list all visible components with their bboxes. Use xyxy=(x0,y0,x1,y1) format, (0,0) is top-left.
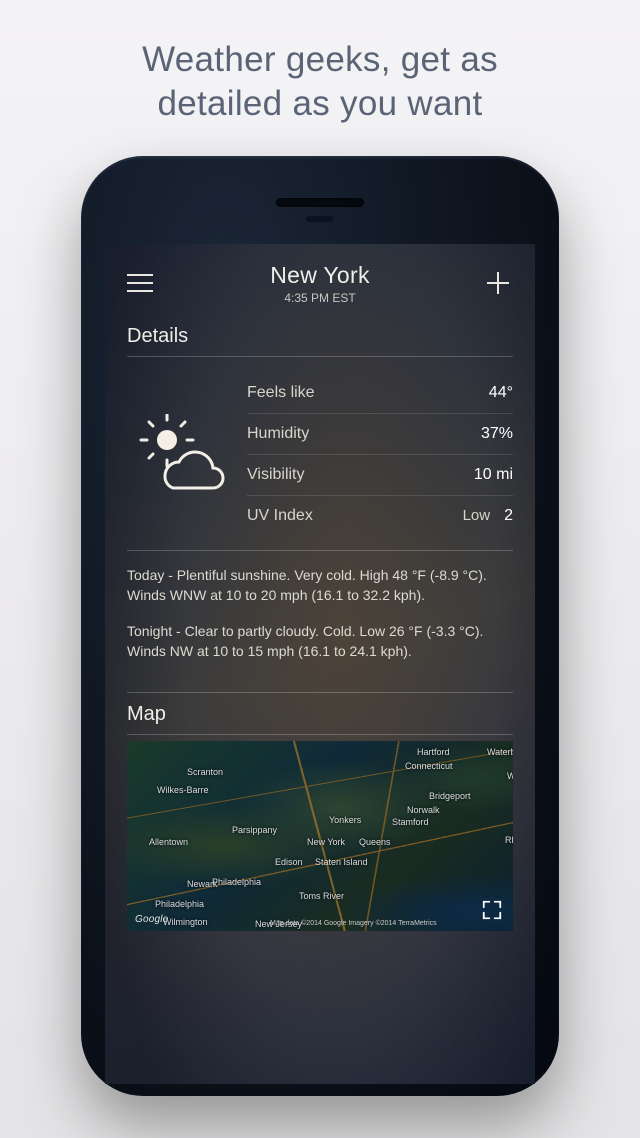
forecast-today: Today - Plentiful sunshine. Very cold. H… xyxy=(127,565,513,606)
hamburger-menu-icon[interactable] xyxy=(127,268,157,298)
marketing-tagline: Weather geeks, get as detailed as you wa… xyxy=(142,38,498,126)
map-city-label: Scranton xyxy=(187,767,223,777)
map-city-label: Allentown xyxy=(149,837,188,847)
map-city-label: Bridgeport xyxy=(429,791,471,801)
map-city-label: Rho xyxy=(505,835,513,845)
location-header: New York 4:35 PM EST xyxy=(157,262,483,305)
map-city-label: Yonkers xyxy=(329,815,361,825)
map-city-label: Edison xyxy=(275,857,303,867)
map-attribution: Map data ©2014 Google Imagery ©2014 Terr… xyxy=(270,920,437,927)
map-section-title: Map xyxy=(127,703,513,726)
phone-speaker xyxy=(276,198,364,207)
map-city-label: Staten Island xyxy=(315,857,368,867)
map-city-label: Wilmington xyxy=(163,917,208,927)
app-screen: New York 4:35 PM EST Details xyxy=(105,244,535,1084)
divider xyxy=(127,692,513,693)
map-city-label: Philadelphia xyxy=(212,877,261,887)
map-city-label: Queens xyxy=(359,837,391,847)
details-body: Feels like 44° Humidity 37% Visibility 1… xyxy=(127,357,513,550)
weather-partly-cloudy-icon xyxy=(137,414,227,494)
map-city-label: Wilkes-Barre xyxy=(157,785,209,795)
forecast-text: Today - Plentiful sunshine. Very cold. H… xyxy=(127,551,513,692)
map-city-label: Parsippany xyxy=(232,825,277,835)
map-city-label: Toms River xyxy=(299,891,344,901)
add-location-icon[interactable] xyxy=(483,268,513,298)
detail-row-humidity: Humidity 37% xyxy=(247,414,513,455)
location-name: New York xyxy=(157,262,483,289)
forecast-tonight: Tonight - Clear to partly cloudy. Cold. … xyxy=(127,621,513,662)
detail-row-uv-index: UV Index Low 2 xyxy=(247,496,513,536)
map-city-label: Stamford xyxy=(392,817,429,827)
phone-sensor xyxy=(306,216,334,222)
details-section-title: Details xyxy=(127,325,513,348)
divider xyxy=(127,734,513,735)
app-topbar: New York 4:35 PM EST xyxy=(105,244,535,315)
location-time: 4:35 PM EST xyxy=(157,291,483,305)
weather-map[interactable]: Hartford Connecticut Scranton Wilkes-Barre W… xyxy=(127,741,513,931)
map-city-label: Warw xyxy=(507,771,513,781)
map-city-label: Philadelphia xyxy=(155,899,204,909)
google-logo: Google xyxy=(135,914,168,925)
map-city-label: Connecticut xyxy=(405,761,453,771)
map-city-label: New York xyxy=(307,837,345,847)
map-city-label: Waterbury xyxy=(487,747,513,757)
detail-row-visibility: Visibility 10 mi xyxy=(247,455,513,496)
map-city-label: Hartford xyxy=(417,747,450,757)
detail-row-feels-like: Feels like 44° xyxy=(247,373,513,414)
phone-frame: New York 4:35 PM EST Details xyxy=(81,156,559,1096)
map-city-label: Norwalk xyxy=(407,805,440,815)
expand-map-icon[interactable] xyxy=(481,899,503,921)
